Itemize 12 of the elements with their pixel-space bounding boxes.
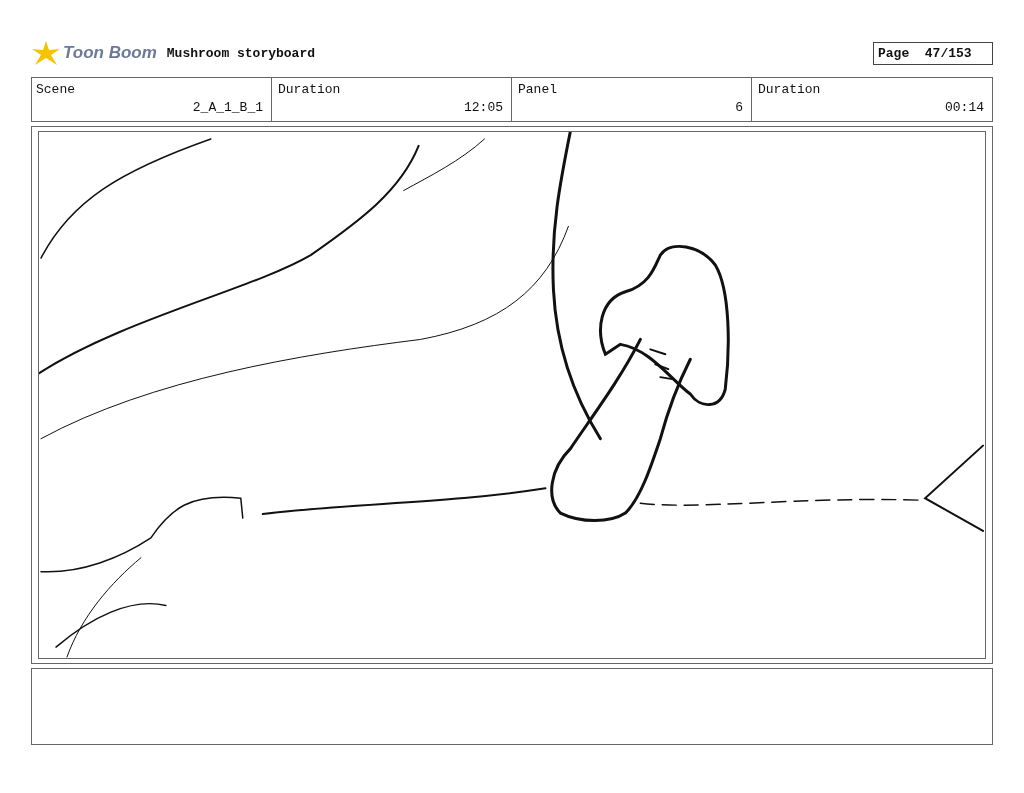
logo-text: Toon Boom — [63, 43, 157, 63]
field-label: Duration — [278, 82, 342, 97]
field-label: Scene — [36, 82, 76, 97]
field-value: 12:05 — [464, 100, 503, 115]
page-number: Page 47/153 — [873, 41, 993, 65]
field-label: Panel — [518, 82, 558, 97]
starburst-icon — [31, 40, 61, 66]
field-value: 2_A_1_B_1 — [192, 100, 263, 115]
field-label: Duration — [758, 82, 822, 97]
field-value: 00:14 — [945, 100, 984, 115]
storyboard-title: Mushroom storyboard — [166, 45, 316, 61]
field-value: 6 — [735, 100, 743, 115]
